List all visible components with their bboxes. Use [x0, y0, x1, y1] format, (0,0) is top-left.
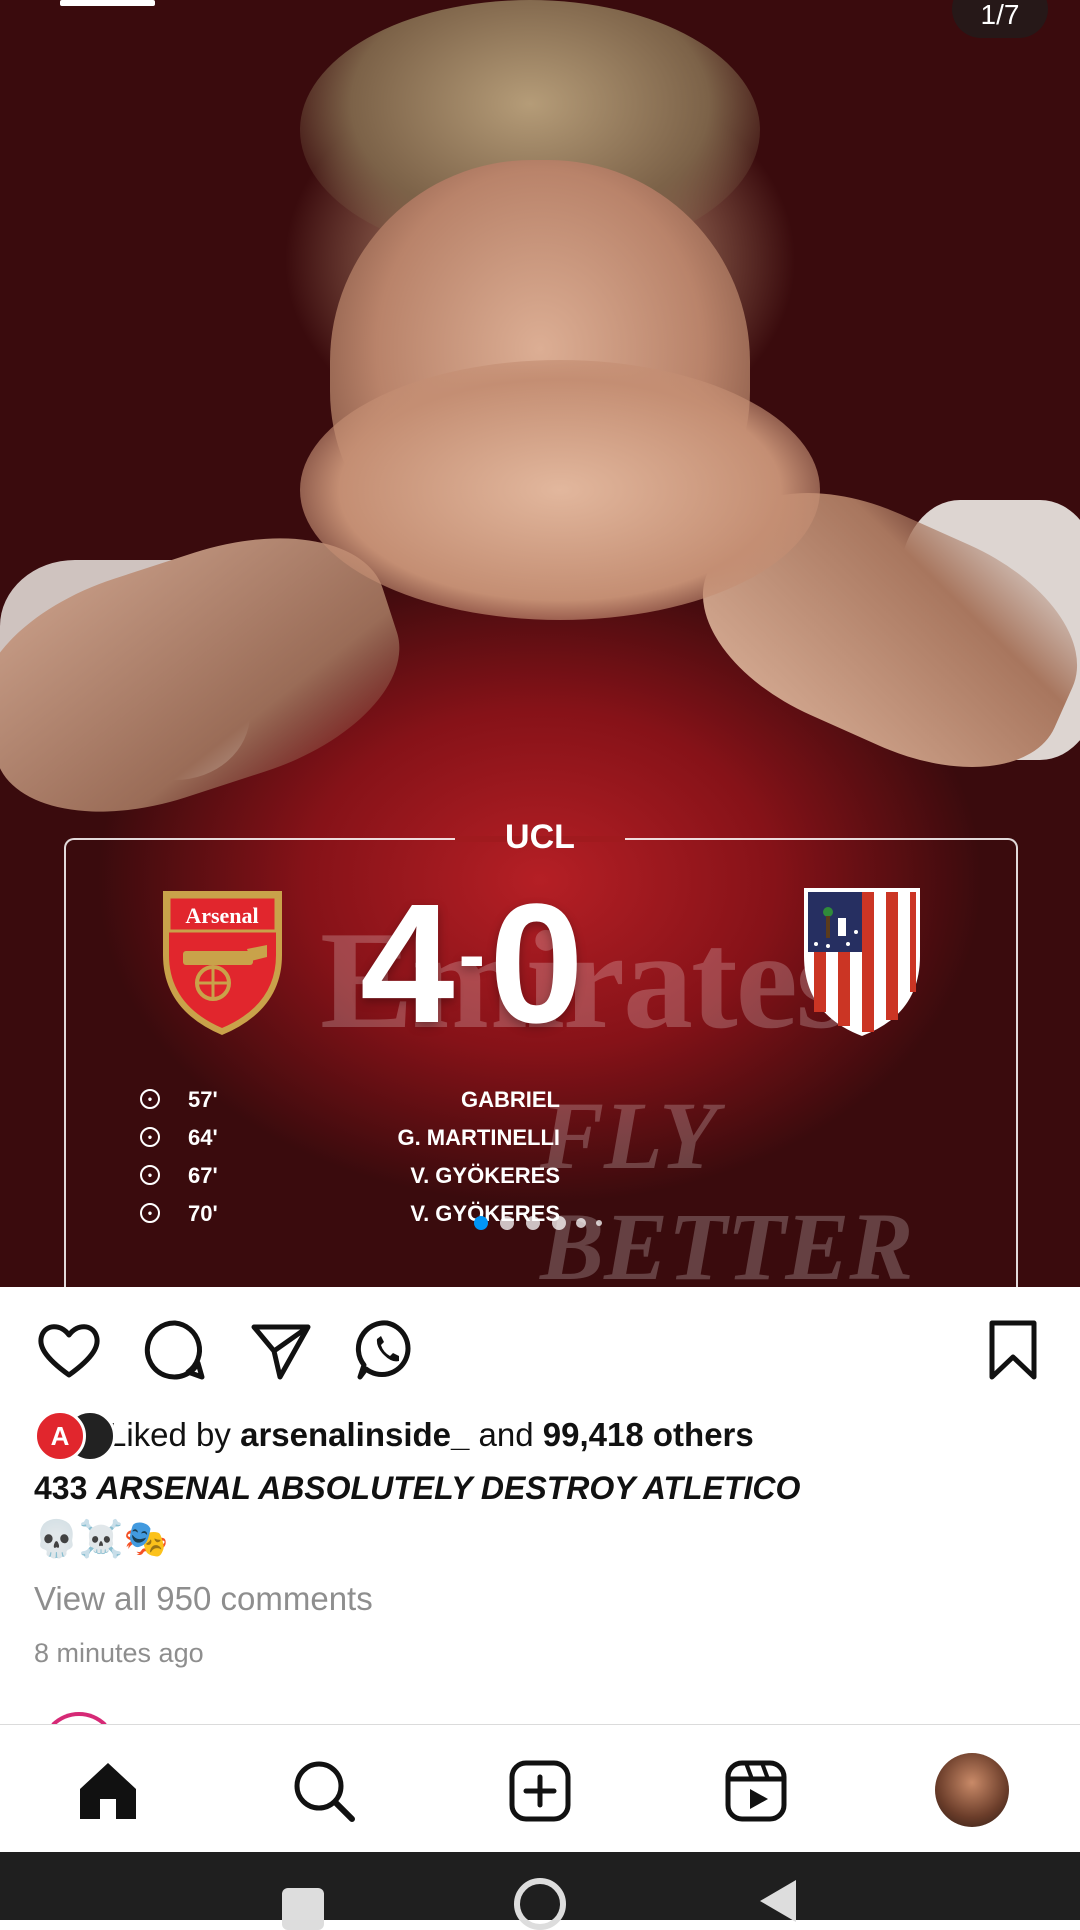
carousel-dot	[552, 1216, 566, 1230]
likes-summary[interactable]: A Liked by arsenalinside_ and 99,418 oth…	[34, 1410, 1034, 1462]
carousel-indicator	[470, 1210, 620, 1230]
goal-minute: 67'	[188, 1163, 218, 1188]
football-icon: •	[140, 1127, 160, 1147]
home-score: 4	[360, 869, 459, 1059]
image-counter: 1/7	[952, 0, 1048, 38]
post-timestamp: 8 minutes ago	[34, 1638, 204, 1668]
final-score: 4-0	[360, 870, 588, 1049]
liker-avatar[interactable]: A	[34, 1410, 86, 1462]
goal-minute: 64'	[188, 1125, 218, 1150]
likes-prefix: Liked by	[108, 1416, 241, 1453]
bookmark-icon[interactable]	[978, 1315, 1048, 1385]
arsenal-crest: Arsenal	[163, 891, 282, 1035]
goal-scorer: G. MARTINELLI	[397, 1125, 560, 1150]
goal-minute: 57'	[188, 1087, 218, 1112]
likes-count[interactable]: 99,418 others	[543, 1416, 754, 1453]
carousel-dot-active	[474, 1216, 488, 1230]
carousel-dot	[500, 1216, 514, 1230]
away-score: 0	[489, 869, 588, 1059]
player-hands	[300, 360, 820, 620]
home-circle-icon[interactable]	[514, 1878, 566, 1930]
home-icon[interactable]	[72, 1755, 144, 1827]
goal-minute: 70'	[188, 1201, 218, 1226]
caption-text: ARSENAL ABSOLUTELY DESTROY ATLETICO	[96, 1470, 801, 1506]
likes-text[interactable]: Liked by arsenalinside_ and 99,418 other…	[108, 1416, 754, 1454]
goal-scorer: V. GYÖKERES	[410, 1163, 560, 1188]
send-icon[interactable]	[246, 1315, 316, 1385]
whatsapp-icon[interactable]	[352, 1315, 422, 1385]
post-caption: 433 ARSENAL ABSOLUTELY DESTROY ATLETICO	[34, 1470, 800, 1507]
svg-text:Arsenal: Arsenal	[185, 903, 258, 928]
post-actions	[0, 1287, 1080, 1417]
football-icon: •	[140, 1165, 160, 1185]
goal-row: • 67' V. GYÖKERES	[140, 1163, 560, 1197]
liker-username[interactable]: arsenalinside_	[240, 1416, 469, 1453]
search-icon[interactable]	[288, 1755, 360, 1827]
goal-scorer: GABRIEL	[461, 1087, 560, 1112]
carousel-dot	[596, 1220, 602, 1226]
caption-account[interactable]: 433	[34, 1470, 87, 1506]
carousel-dot	[526, 1216, 540, 1230]
comment-icon[interactable]	[140, 1315, 210, 1385]
profile-avatar[interactable]	[935, 1753, 1009, 1827]
caption-emojis: 💀☠️🎭	[34, 1518, 169, 1559]
goal-row: • 64' G. MARTINELLI	[140, 1125, 560, 1159]
system-navigation-bar	[0, 1852, 1080, 1930]
competition-label: UCL	[505, 818, 575, 856]
goal-row: • 57' GABRIEL	[140, 1087, 560, 1121]
view-comments-link[interactable]: View all 950 comments	[34, 1580, 373, 1618]
atletico-crest	[804, 888, 920, 1036]
likes-middle: and	[469, 1416, 543, 1453]
back-icon[interactable]	[754, 1876, 802, 1926]
reels-icon[interactable]	[720, 1755, 792, 1827]
heart-icon[interactable]	[34, 1315, 104, 1385]
create-icon[interactable]	[504, 1755, 576, 1827]
carousel-dot	[576, 1218, 586, 1228]
football-icon: •	[140, 1203, 160, 1223]
score-separator: -	[458, 910, 490, 999]
recents-icon[interactable]	[282, 1888, 324, 1930]
bottom-nav	[0, 1724, 1080, 1853]
account-logo-fragment	[60, 0, 155, 6]
football-icon: •	[140, 1089, 160, 1109]
